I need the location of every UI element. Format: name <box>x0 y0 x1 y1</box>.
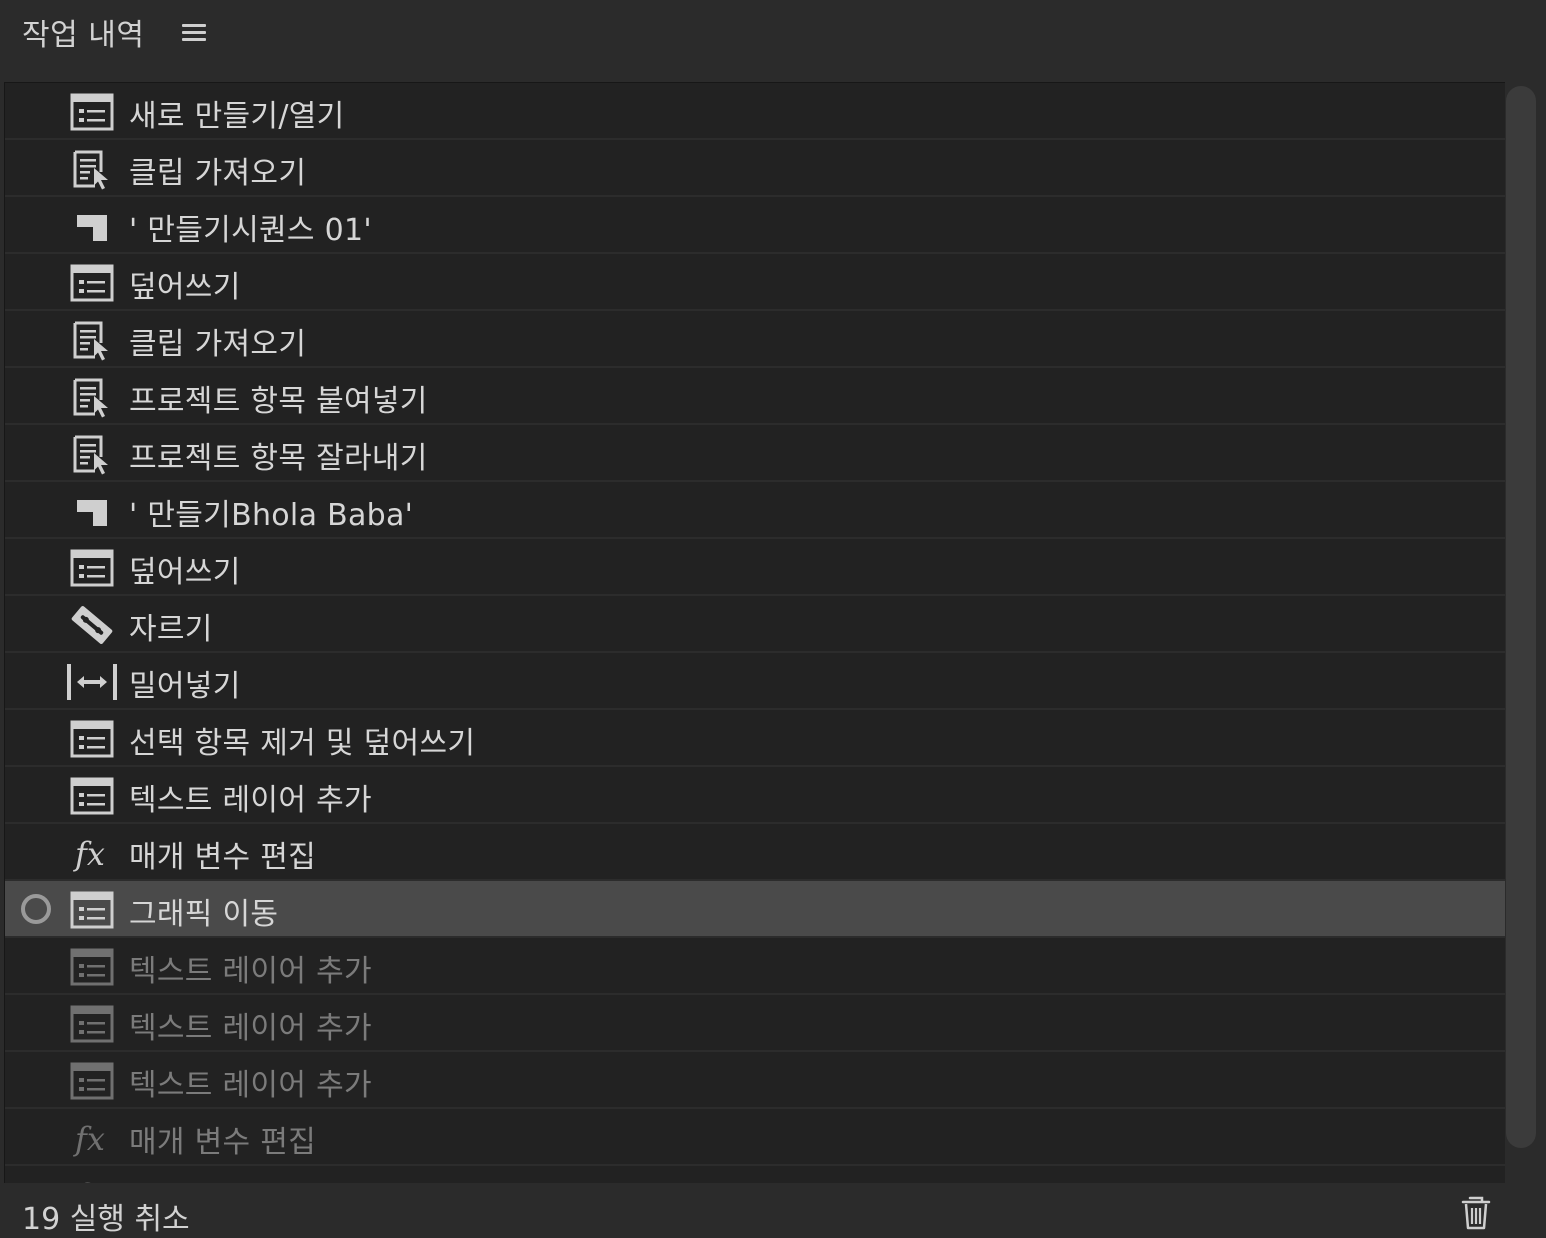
history-item[interactable]: 덮어쓰기 <box>5 539 1505 596</box>
scrollbar[interactable] <box>1506 86 1536 1150</box>
history-item[interactable]: 선택 항목 제거 및 덮어쓰기 <box>5 710 1505 767</box>
history-item[interactable]: 그래픽 이동 <box>5 881 1505 938</box>
list-document-icon <box>67 1060 117 1102</box>
list-document-icon <box>67 889 117 931</box>
history-item[interactable]: 클립 가져오기 <box>5 140 1505 197</box>
history-item-label: 새로 만들기/열기 <box>129 99 345 134</box>
history-item-label: 덮어쓰기 <box>129 555 241 590</box>
razor-icon <box>67 604 117 646</box>
fx-icon: fx <box>67 832 117 874</box>
history-item[interactable]: 텍스트 레이어 추가 <box>5 767 1505 824</box>
list-document-icon <box>67 946 117 988</box>
list-document-icon <box>67 547 117 589</box>
history-item-label: 프로젝트 항목 붙여넣기 <box>129 384 428 419</box>
history-item[interactable]: 프로젝트 항목 붙여넣기 <box>5 368 1505 425</box>
scrollbar-thumb[interactable] <box>1506 86 1536 1148</box>
svg-text:fx: fx <box>73 1120 105 1158</box>
history-item-label: 프로젝트 항목 잘라내기 <box>129 441 428 476</box>
history-item-label: 밀어넣기 <box>129 669 241 704</box>
history-item[interactable]: 프로젝트 항목 잘라내기 <box>5 425 1505 482</box>
panel-title: 작업 내역 <box>22 18 145 53</box>
import-document-icon <box>67 148 117 190</box>
history-item[interactable]: 자르기 <box>5 596 1505 653</box>
history-list-scroll: 새로 만들기/열기 클립 가져오기 ' 만들기시퀀스 01' 덮어쓰기 클립 가져오기 프… <box>5 83 1505 1183</box>
history-item-label: 클립 가져오기 <box>129 327 307 362</box>
history-item-label: ' 만들기시퀀스 01' <box>129 213 372 248</box>
history-item[interactable]: 밀어넣기 <box>5 653 1505 710</box>
list-document-icon <box>67 775 117 817</box>
list-document-icon <box>67 91 117 133</box>
sequence-icon <box>67 490 117 532</box>
list-document-icon <box>67 1003 117 1045</box>
sequence-icon <box>67 205 117 247</box>
history-item[interactable]: fx 매개 변수 편집 <box>5 1166 1505 1183</box>
svg-text:fx: fx <box>73 835 105 873</box>
history-item[interactable]: fx 매개 변수 편집 <box>5 1109 1505 1166</box>
import-document-icon <box>67 376 117 418</box>
svg-text:fx: fx <box>73 1177 105 1183</box>
fx-icon: fx <box>67 1117 117 1159</box>
panel-footer: 19 실행 취소 <box>0 1184 1546 1237</box>
undo-count-status: 19 실행 취소 <box>22 1202 190 1237</box>
history-item-label: 자르기 <box>129 612 213 647</box>
history-item-label: 클립 가져오기 <box>129 156 307 191</box>
history-item[interactable]: ' 만들기시퀀스 01' <box>5 197 1505 254</box>
history-item[interactable]: 새로 만들기/열기 <box>5 83 1505 140</box>
history-item[interactable]: ' 만들기Bhola Baba' <box>5 482 1505 539</box>
history-item-label: 그래픽 이동 <box>129 897 279 932</box>
history-item-label: 선택 항목 제거 및 덮어쓰기 <box>129 726 476 761</box>
history-item-label: 텍스트 레이어 추가 <box>129 954 372 989</box>
history-item-label: 매개 변수 편집 <box>129 1125 317 1160</box>
history-item-label: 텍스트 레이어 추가 <box>129 1068 372 1103</box>
trash-icon[interactable] <box>1456 1192 1496 1232</box>
panel-header: 작업 내역 <box>0 0 1546 64</box>
history-item[interactable]: 텍스트 레이어 추가 <box>5 1052 1505 1109</box>
history-item[interactable]: 클립 가져오기 <box>5 311 1505 368</box>
history-item[interactable]: fx 매개 변수 편집 <box>5 824 1505 881</box>
history-list: 새로 만들기/열기 클립 가져오기 ' 만들기시퀀스 01' 덮어쓰기 클립 가져오기 프… <box>4 82 1505 1183</box>
history-item[interactable]: 텍스트 레이어 추가 <box>5 938 1505 995</box>
import-document-icon <box>67 319 117 361</box>
fx-icon: fx <box>67 1174 117 1183</box>
history-item[interactable]: 덮어쓰기 <box>5 254 1505 311</box>
import-document-icon <box>67 433 117 475</box>
list-document-icon <box>67 718 117 760</box>
ripple-insert-icon <box>67 661 117 703</box>
history-item-label: 텍스트 레이어 추가 <box>129 1011 372 1046</box>
list-document-icon <box>67 262 117 304</box>
current-state-indicator-icon <box>21 894 51 924</box>
hamburger-menu-icon[interactable] <box>178 18 210 46</box>
history-item[interactable]: 텍스트 레이어 추가 <box>5 995 1505 1052</box>
history-item-label: 매개 변수 편집 <box>129 1174 316 1183</box>
history-item-label: ' 만들기Bhola Baba' <box>129 498 414 533</box>
history-item-label: 매개 변수 편집 <box>129 840 317 875</box>
history-item-label: 텍스트 레이어 추가 <box>129 783 372 818</box>
history-item-label: 덮어쓰기 <box>129 270 241 305</box>
